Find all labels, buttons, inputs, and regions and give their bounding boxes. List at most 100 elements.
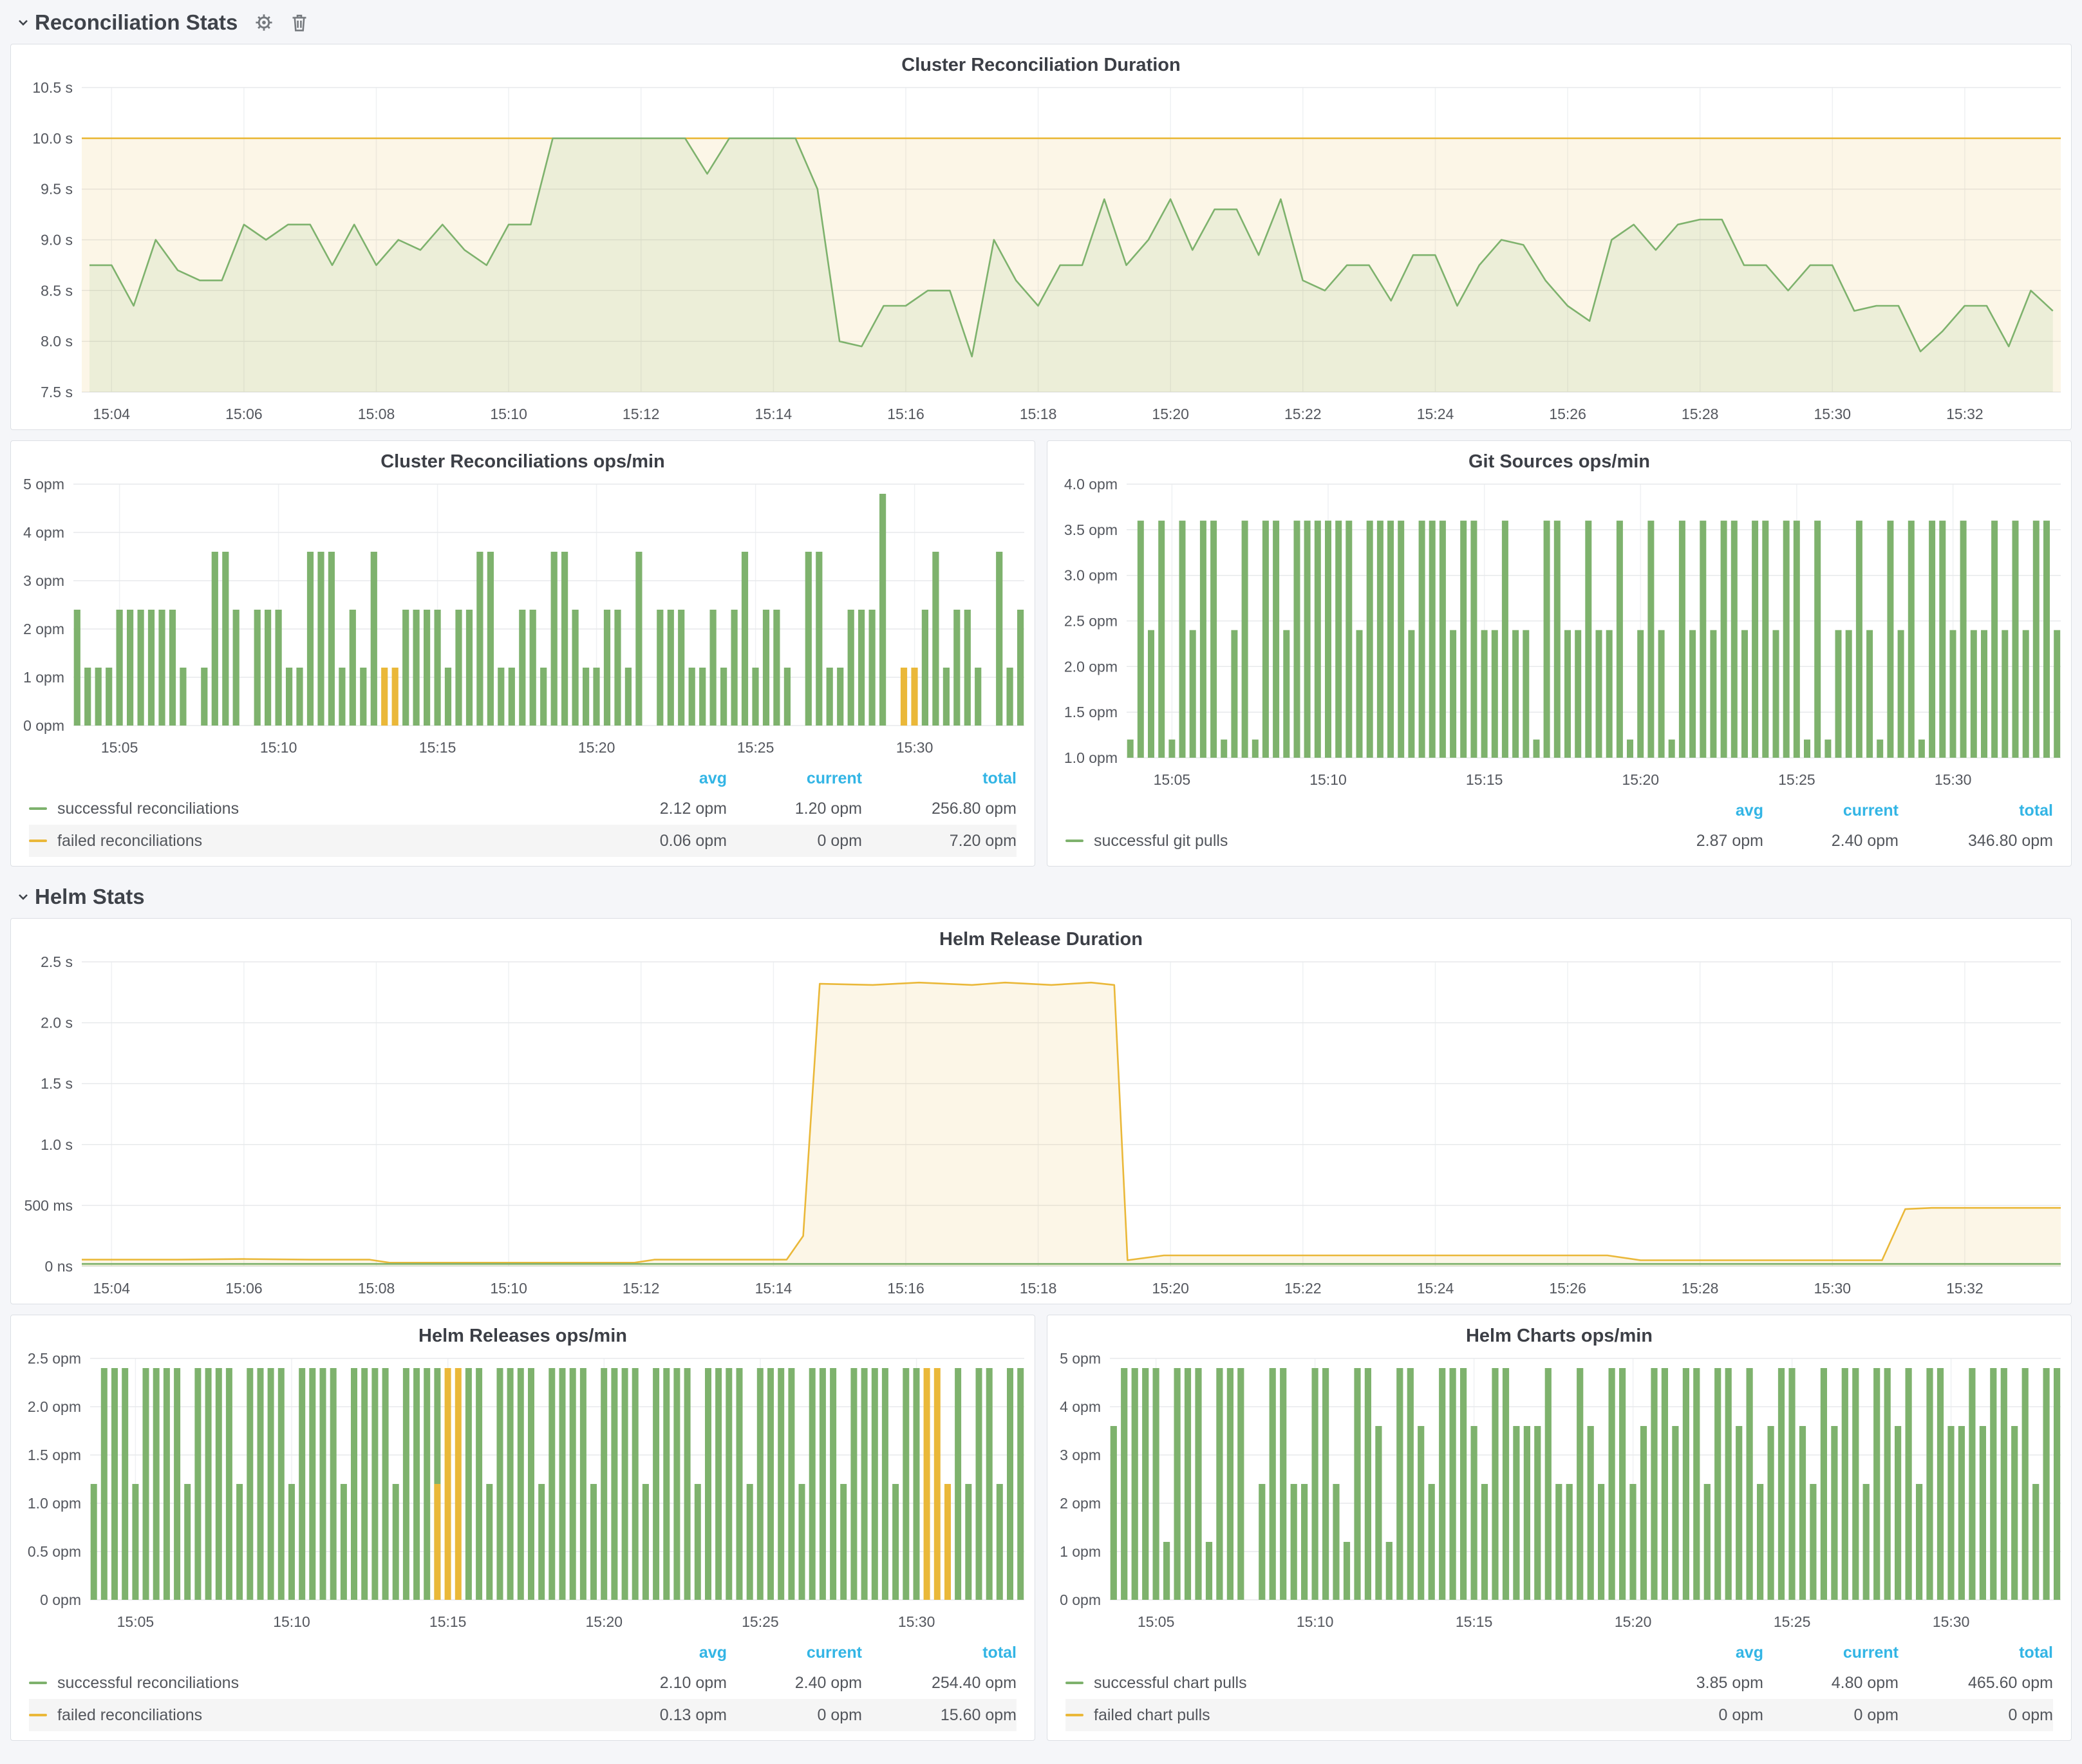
- legend-header-total[interactable]: total: [862, 769, 1017, 788]
- gear-icon[interactable]: [254, 13, 274, 32]
- chevron-down-icon[interactable]: [15, 889, 31, 905]
- chart-cluster-reconciliations-opm[interactable]: 15:0515:1015:1515:2015:2515:300 opm1 opm…: [11, 474, 1035, 763]
- svg-text:15:20: 15:20: [586, 1613, 623, 1630]
- svg-text:0 opm: 0 opm: [40, 1591, 81, 1608]
- svg-text:1.5 opm: 1.5 opm: [1064, 704, 1118, 720]
- svg-text:1.5 opm: 1.5 opm: [28, 1447, 81, 1463]
- svg-text:15:14: 15:14: [755, 1280, 792, 1297]
- panel-title[interactable]: Cluster Reconciliations ops/min: [11, 441, 1035, 474]
- legend-label[interactable]: successful chart pulls: [1094, 1674, 1635, 1693]
- svg-text:10.0 s: 10.0 s: [32, 130, 73, 147]
- svg-text:15:25: 15:25: [1778, 771, 1815, 788]
- svg-text:15:30: 15:30: [1814, 1280, 1852, 1297]
- panel-title[interactable]: Helm Charts ops/min: [1047, 1315, 2071, 1348]
- legend-value-avg: 0 opm: [1635, 1706, 1763, 1725]
- panel-title[interactable]: Helm Releases ops/min: [11, 1315, 1035, 1348]
- legend-value-avg: 2.87 opm: [1635, 832, 1763, 850]
- svg-text:15:16: 15:16: [887, 406, 924, 422]
- panel-cluster-reconciliation-duration: Cluster Reconciliation Duration 15:04 15:…: [10, 44, 2072, 430]
- panel-git-sources-opm: Git Sources ops/min 15:0515:1015:1515:20…: [1047, 440, 2072, 867]
- svg-text:500 ms: 500 ms: [24, 1197, 73, 1214]
- chart-cluster-reconciliation-duration[interactable]: 15:0415:0615:0815:1015:1215:1415:1615:18…: [11, 77, 2071, 429]
- legend-label[interactable]: failed reconciliations: [57, 832, 598, 850]
- svg-text:1.0 opm: 1.0 opm: [28, 1495, 81, 1512]
- chart-helm-release-duration[interactable]: 15:0415:0615:0815:1015:1215:1415:1615:18…: [11, 952, 2071, 1304]
- legend-label[interactable]: failed chart pulls: [1094, 1706, 1635, 1725]
- legend-header-current[interactable]: current: [727, 769, 862, 788]
- svg-text:1.5 s: 1.5 s: [41, 1075, 73, 1092]
- legend-header-current[interactable]: current: [727, 1644, 862, 1662]
- svg-text:1 opm: 1 opm: [23, 669, 64, 686]
- chart-canvas[interactable]: 15:0515:1015:1515:2015:2515:301.0 opm1.5…: [1047, 474, 2071, 795]
- panel-row-helm: Helm Releases ops/min 15:0515:1015:1515:…: [10, 1315, 2072, 1741]
- section-header-reconciliation-stats[interactable]: Reconciliation Stats: [10, 3, 2072, 44]
- legend-header-current[interactable]: current: [1763, 802, 1899, 820]
- svg-text:15:26: 15:26: [1549, 406, 1586, 422]
- svg-text:15:06: 15:06: [225, 406, 263, 422]
- legend-header-total[interactable]: total: [1899, 802, 2053, 820]
- svg-text:15:30: 15:30: [1933, 1613, 1970, 1630]
- chart-canvas[interactable]: 15:0515:1015:1515:2015:2515:300 opm1 opm…: [11, 474, 1035, 763]
- svg-text:15:28: 15:28: [1682, 1280, 1719, 1297]
- svg-text:15:10: 15:10: [260, 739, 297, 756]
- series-color-dash: [1065, 840, 1083, 842]
- svg-text:15:20: 15:20: [1152, 1280, 1189, 1297]
- chart-git-sources-opm[interactable]: 15:0515:1015:1515:2015:2515:301.0 opm1.5…: [1047, 474, 2071, 795]
- legend-header-total[interactable]: total: [862, 1644, 1017, 1662]
- svg-text:4 opm: 4 opm: [1060, 1398, 1101, 1415]
- legend-value-total: 256.80 opm: [862, 800, 1017, 818]
- legend-header-avg[interactable]: avg: [598, 1644, 727, 1662]
- legend-value-avg: 2.10 opm: [598, 1674, 727, 1693]
- svg-text:15:25: 15:25: [1774, 1613, 1811, 1630]
- legend-header-row: avgcurrenttotal: [29, 1638, 1017, 1667]
- svg-text:1 opm: 1 opm: [1060, 1543, 1101, 1560]
- svg-text:15:30: 15:30: [898, 1613, 935, 1630]
- svg-text:5 opm: 5 opm: [23, 476, 64, 493]
- svg-text:0 ns: 0 ns: [45, 1258, 73, 1275]
- legend-header-avg[interactable]: avg: [598, 769, 727, 788]
- svg-text:15:14: 15:14: [755, 406, 792, 422]
- chart-canvas[interactable]: 15:0415:0615:0815:1015:1215:1415:1615:18…: [11, 77, 2071, 429]
- legend-value-total: 254.40 opm: [862, 1674, 1017, 1693]
- legend-row: successful reconciliations2.12 opm1.20 o…: [29, 793, 1017, 825]
- svg-text:3 opm: 3 opm: [1060, 1447, 1101, 1463]
- svg-text:15:06: 15:06: [225, 1280, 263, 1297]
- panel-title[interactable]: Git Sources ops/min: [1047, 441, 2071, 474]
- legend-header-avg[interactable]: avg: [1635, 1644, 1763, 1662]
- panel-title[interactable]: Helm Release Duration: [11, 919, 2071, 952]
- svg-text:15:10: 15:10: [490, 1280, 527, 1297]
- svg-text:1.0 s: 1.0 s: [41, 1136, 73, 1153]
- svg-text:8.0 s: 8.0 s: [41, 333, 73, 350]
- legend-row: successful chart pulls3.85 opm4.80 opm46…: [1065, 1667, 2053, 1699]
- legend-label[interactable]: successful reconciliations: [57, 1674, 598, 1693]
- svg-text:15:04: 15:04: [93, 406, 131, 422]
- legend-label[interactable]: successful reconciliations: [57, 800, 598, 818]
- legend-header-current[interactable]: current: [1763, 1644, 1899, 1662]
- chart-canvas[interactable]: 15:0515:1015:1515:2015:2515:300 opm0.5 o…: [11, 1348, 1035, 1637]
- svg-text:0 opm: 0 opm: [1060, 1591, 1101, 1608]
- trash-icon[interactable]: [290, 13, 308, 32]
- svg-text:15:10: 15:10: [1297, 1613, 1334, 1630]
- chart-helm-releases-opm[interactable]: 15:0515:1015:1515:2015:2515:300 opm0.5 o…: [11, 1348, 1035, 1637]
- chart-canvas[interactable]: 15:0515:1015:1515:2015:2515:300 opm1 opm…: [1047, 1348, 2071, 1637]
- series-color-dash: [29, 1682, 47, 1684]
- chart-canvas[interactable]: 15:0415:0615:0815:1015:1215:1415:1615:18…: [11, 952, 2071, 1304]
- series-color-dash: [29, 840, 47, 842]
- svg-text:15:22: 15:22: [1284, 1280, 1322, 1297]
- svg-text:15:30: 15:30: [1814, 406, 1852, 422]
- chart-helm-charts-opm[interactable]: 15:0515:1015:1515:2015:2515:300 opm1 opm…: [1047, 1348, 2071, 1637]
- section-header-helm-stats[interactable]: Helm Stats: [10, 877, 2072, 918]
- legend-label[interactable]: failed reconciliations: [57, 1706, 598, 1725]
- chevron-down-icon[interactable]: [15, 15, 31, 30]
- legend-label[interactable]: successful git pulls: [1094, 832, 1635, 850]
- legend-helm-releases: avgcurrenttotal successful reconciliation…: [11, 1637, 1035, 1740]
- panel-title[interactable]: Cluster Reconciliation Duration: [11, 44, 2071, 77]
- svg-text:15:05: 15:05: [1154, 771, 1191, 788]
- svg-text:8.5 s: 8.5 s: [41, 282, 73, 299]
- svg-text:15:26: 15:26: [1549, 1280, 1586, 1297]
- legend-header-avg[interactable]: avg: [1635, 802, 1763, 820]
- svg-text:0 opm: 0 opm: [23, 717, 64, 734]
- legend-header-total[interactable]: total: [1899, 1644, 2053, 1662]
- legend-value-current: 2.40 opm: [727, 1674, 862, 1693]
- svg-text:15:28: 15:28: [1682, 406, 1719, 422]
